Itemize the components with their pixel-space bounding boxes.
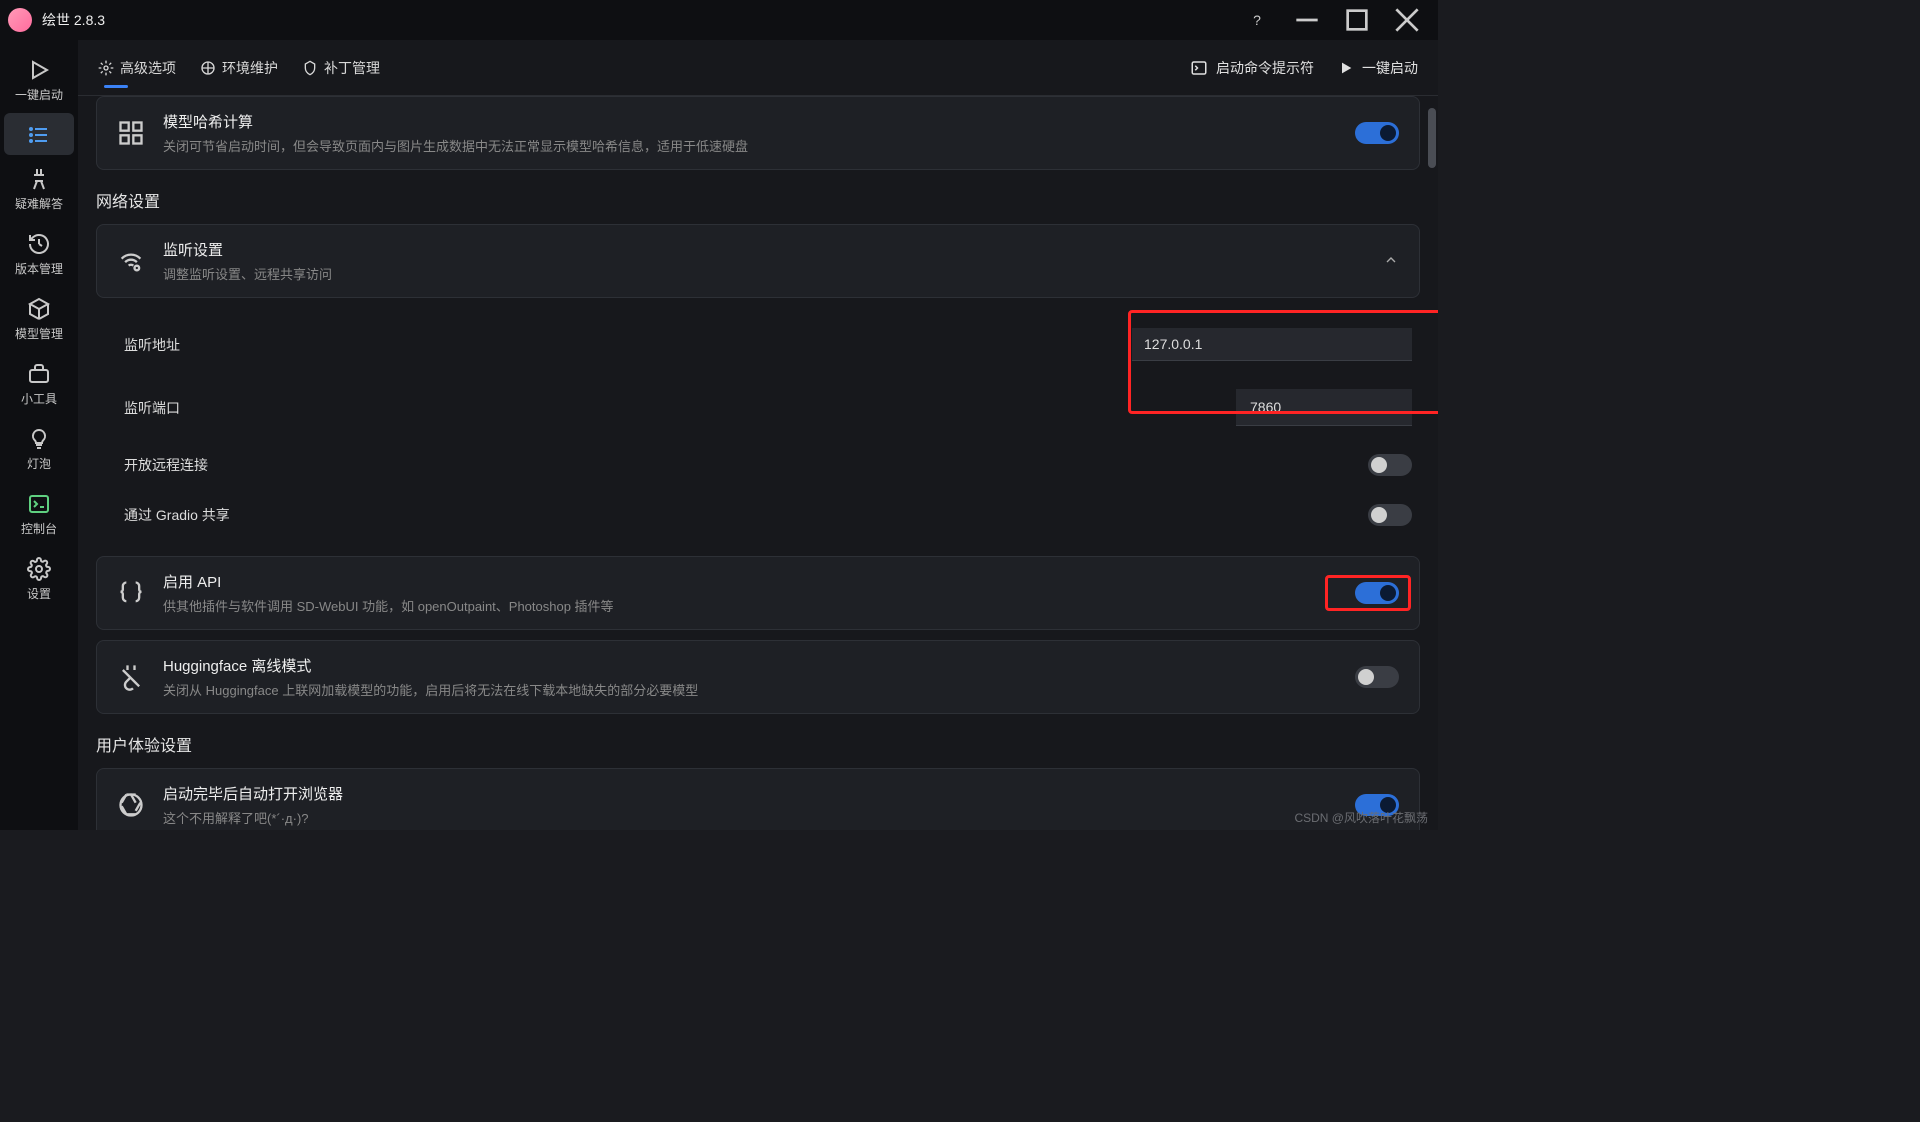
sidebar-item-advanced[interactable] (4, 113, 74, 155)
maintain-icon (200, 60, 216, 76)
sidebar-item-tools[interactable]: 小工具 (4, 352, 74, 415)
maximize-button[interactable] (1334, 4, 1380, 36)
minimize-button[interactable] (1284, 4, 1330, 36)
sidebar-item-models[interactable]: 模型管理 (4, 287, 74, 350)
toggle-gradio[interactable] (1368, 504, 1412, 526)
sidebar-label: 灯泡 (27, 455, 51, 472)
sidebar-item-bulb[interactable]: 灯泡 (4, 417, 74, 480)
app-icon (8, 8, 32, 32)
terminal-icon (1190, 59, 1208, 77)
sidebar-label: 控制台 (21, 520, 57, 537)
toggle-hf[interactable] (1355, 666, 1399, 688)
play-icon (1338, 60, 1354, 76)
card-title: Huggingface 离线模式 (163, 655, 1337, 676)
play-icon (27, 58, 51, 82)
scrollbar-thumb[interactable] (1428, 108, 1436, 168)
sidebar-item-version[interactable]: 版本管理 (4, 222, 74, 285)
toggle-api[interactable] (1355, 582, 1399, 604)
field-label-remote: 开放远程连接 (124, 455, 1348, 475)
list-icon (27, 123, 51, 147)
card-desc: 调整监听设置、远程共享访问 (163, 264, 1365, 283)
history-icon (27, 232, 51, 256)
patch-icon (302, 60, 318, 76)
card-model-hash: 模型哈希计算 关闭可节省启动时间，但会导致页面内与图片生成数据中无法正常显示模型… (96, 96, 1420, 170)
bulb-icon (27, 427, 51, 451)
card-title: 启动完毕后自动打开浏览器 (163, 783, 1337, 804)
card-title: 启用 API (163, 571, 1337, 592)
sidebar-label: 设置 (27, 585, 51, 602)
field-label-listen-addr: 监听地址 (124, 335, 1112, 355)
toggle-hash[interactable] (1355, 122, 1399, 144)
sidebar: 一键启动 疑难解答 版本管理 模型管理 小工具 灯泡 控制台 (0, 40, 78, 830)
gear-icon (98, 60, 114, 76)
card-listen-settings[interactable]: 监听设置 调整监听设置、远程共享访问 (96, 224, 1420, 298)
field-label-listen-port: 监听端口 (124, 398, 1216, 418)
tab-label: 补丁管理 (324, 58, 380, 78)
sidebar-item-console[interactable]: 控制台 (4, 482, 74, 545)
tab-env[interactable]: 环境维护 (200, 52, 278, 84)
main: 高级选项 环境维护 补丁管理 启动命令提示符 一键启动 (78, 40, 1438, 830)
terminal-icon (27, 492, 51, 516)
listen-address-input[interactable] (1132, 328, 1412, 361)
help-button[interactable]: ? (1234, 4, 1280, 36)
aperture-icon (117, 791, 145, 819)
sidebar-label: 小工具 (21, 390, 57, 407)
card-title: 监听设置 (163, 239, 1365, 260)
card-desc: 关闭从 Huggingface 上联网加载模型的功能，启用后将无法在线下载本地缺… (163, 680, 1337, 699)
window-title: 绘世 2.8.3 (42, 10, 1234, 30)
one-click-label: 一键启动 (1362, 58, 1418, 78)
section-network: 网络设置 (96, 188, 1420, 212)
plug-off-icon (117, 663, 145, 691)
card-desc: 供其他插件与软件调用 SD-WebUI 功能，如 openOutpaint、Ph… (163, 596, 1337, 615)
braces-icon (117, 579, 145, 607)
tools-icon (27, 167, 51, 191)
listen-sub-panel: 监听地址 监听端口 开放远程连接 通过 Gradio 共享 (96, 308, 1420, 546)
chevron-up-icon (1383, 252, 1399, 271)
card-hf-offline: Huggingface 离线模式 关闭从 Huggingface 上联网加载模型… (96, 640, 1420, 714)
gear-icon (27, 557, 51, 581)
close-button[interactable] (1384, 4, 1430, 36)
card-desc: 关闭可节省启动时间，但会导致页面内与图片生成数据中无法正常显示模型哈希信息，适用… (163, 136, 1337, 155)
tab-label: 高级选项 (120, 58, 176, 78)
watermark: CSDN @风吹落叶花飘荡 (1294, 809, 1428, 826)
toolbox-icon (27, 362, 51, 386)
topbar: 高级选项 环境维护 补丁管理 启动命令提示符 一键启动 (78, 40, 1438, 96)
sidebar-label: 模型管理 (15, 325, 63, 342)
tab-advanced[interactable]: 高级选项 (98, 52, 176, 84)
sidebar-label: 版本管理 (15, 260, 63, 277)
content: 模型哈希计算 关闭可节省启动时间，但会导致页面内与图片生成数据中无法正常显示模型… (78, 96, 1438, 830)
card-enable-api: 启用 API 供其他插件与软件调用 SD-WebUI 功能，如 openOutp… (96, 556, 1420, 630)
sidebar-label: 一键启动 (15, 86, 63, 103)
sidebar-item-troubleshoot[interactable]: 疑难解答 (4, 157, 74, 220)
field-label-gradio: 通过 Gradio 共享 (124, 505, 1348, 525)
cube-icon (27, 297, 51, 321)
sidebar-item-launch[interactable]: 一键启动 (4, 48, 74, 111)
wifi-gear-icon (117, 247, 145, 275)
cmd-prompt-label: 启动命令提示符 (1216, 58, 1314, 78)
sidebar-item-settings[interactable]: 设置 (4, 547, 74, 610)
tab-label: 环境维护 (222, 58, 278, 78)
card-desc: 这个不用解释了吧(*´·д·)? (163, 808, 1337, 827)
card-title: 模型哈希计算 (163, 111, 1337, 132)
titlebar: 绘世 2.8.3 ? (0, 0, 1438, 40)
section-ux: 用户体验设置 (96, 732, 1420, 756)
listen-port-input[interactable] (1250, 399, 1431, 415)
sidebar-label: 疑难解答 (15, 195, 63, 212)
toggle-remote[interactable] (1368, 454, 1412, 476)
tab-patch[interactable]: 补丁管理 (302, 52, 380, 84)
cmd-prompt-button[interactable]: 启动命令提示符 (1190, 58, 1314, 78)
grid-icon (117, 119, 145, 147)
card-auto-browser: 启动完毕后自动打开浏览器 这个不用解释了吧(*´·д·)? (96, 768, 1420, 830)
one-click-launch-button[interactable]: 一键启动 (1338, 58, 1418, 78)
